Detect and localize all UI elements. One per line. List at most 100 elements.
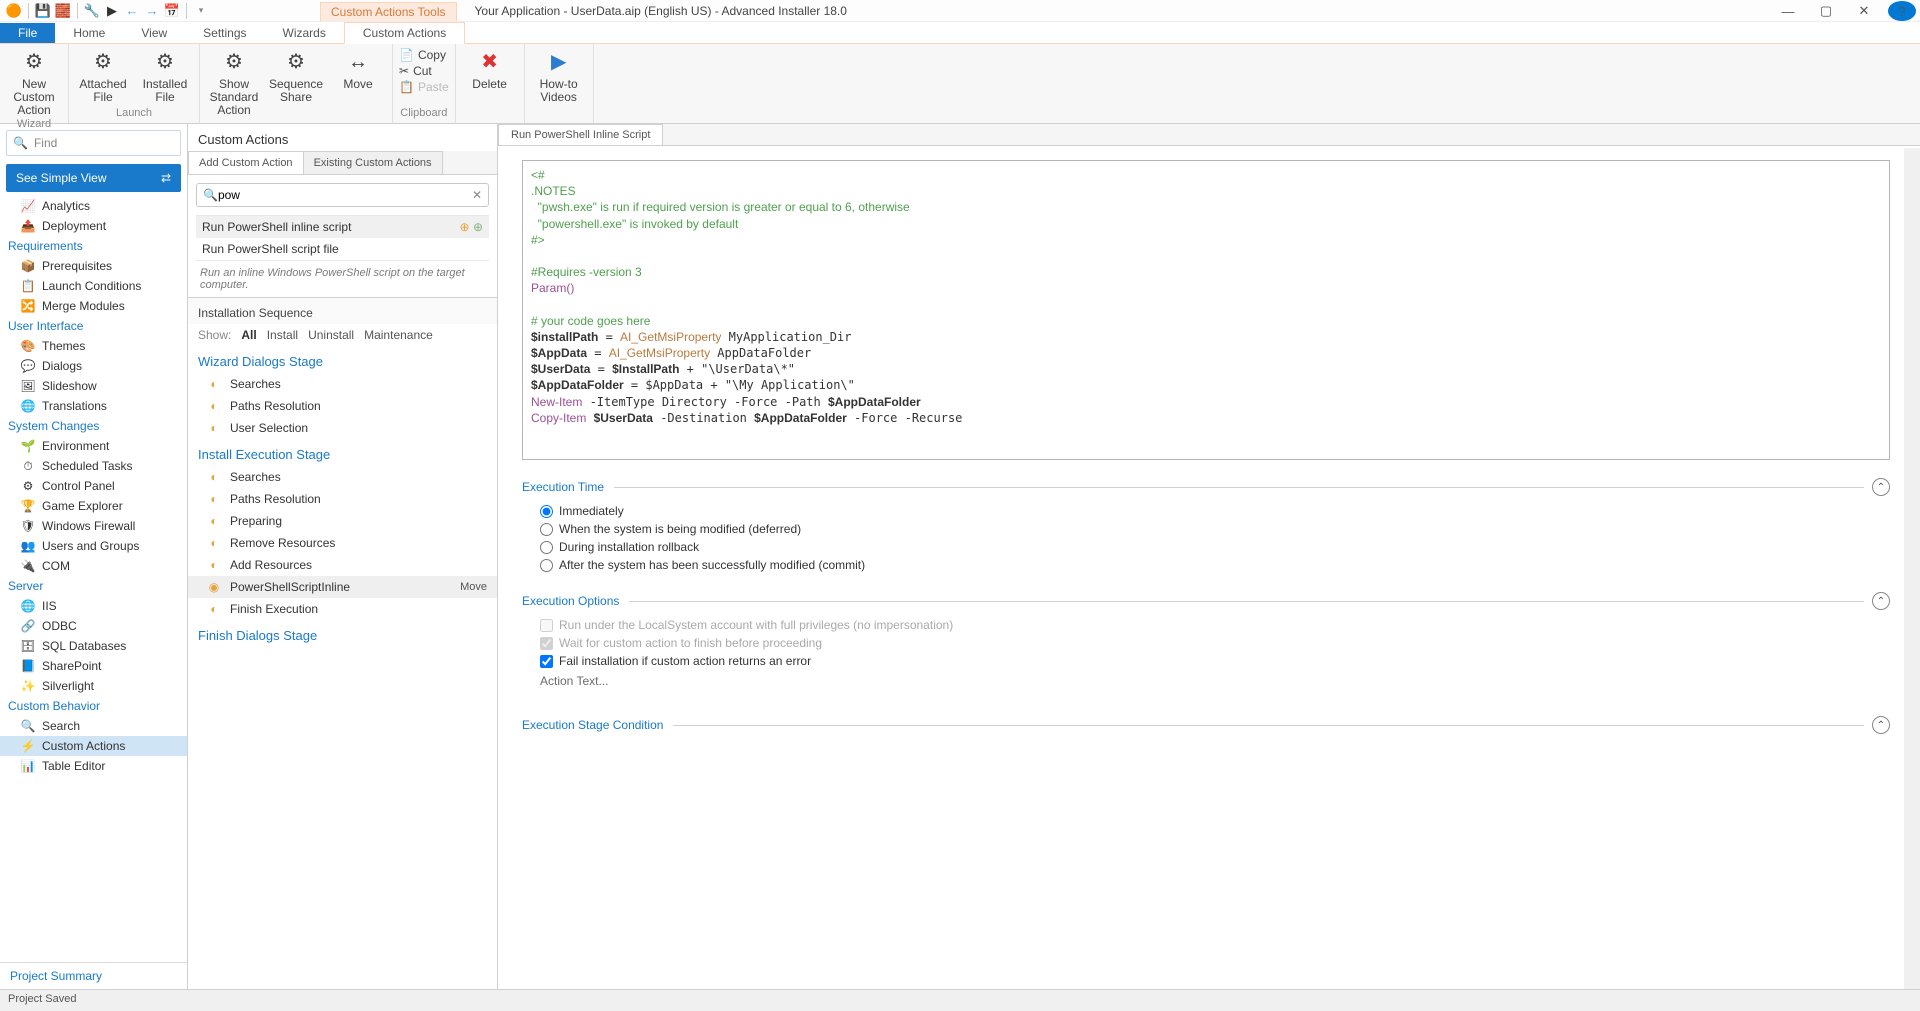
nav-item[interactable]: 🛡Windows Firewall bbox=[0, 516, 187, 536]
tab-existing-custom[interactable]: Existing Custom Actions bbox=[303, 151, 443, 174]
nav-item[interactable]: 📦Prerequisites bbox=[0, 256, 187, 276]
nav-item[interactable]: 📤Deployment bbox=[0, 216, 187, 236]
tab-settings[interactable]: Settings bbox=[185, 23, 264, 43]
back-icon[interactable]: ← bbox=[123, 2, 141, 20]
close-button[interactable]: ✕ bbox=[1850, 1, 1878, 21]
nav-item[interactable]: ⏱Scheduled Tasks bbox=[0, 456, 187, 476]
seq-item[interactable]: ◐Paths Resolution bbox=[188, 395, 497, 417]
seq-item[interactable]: ◐User Selection bbox=[188, 417, 497, 439]
action-search[interactable]: 🔍 ✕ bbox=[196, 183, 489, 207]
radio-immediately[interactable] bbox=[540, 505, 553, 518]
minimize-button[interactable]: — bbox=[1774, 1, 1802, 21]
right-tab[interactable]: Run PowerShell Inline Script bbox=[498, 124, 663, 145]
video-icon: ▶ bbox=[545, 48, 573, 76]
save-icon[interactable]: 💾 bbox=[34, 2, 52, 20]
gear-arrow-icon: ⚙ bbox=[220, 48, 248, 76]
radio-commit[interactable] bbox=[540, 559, 553, 572]
nav-item[interactable]: ⚙Control Panel bbox=[0, 476, 187, 496]
seq-item[interactable]: ◐Add Resources bbox=[188, 554, 497, 576]
tab-home[interactable]: Home bbox=[55, 23, 123, 43]
nav-item[interactable]: 🗄SQL Databases bbox=[0, 636, 187, 656]
delete-button[interactable]: ✖Delete bbox=[462, 48, 518, 91]
scrollbar[interactable] bbox=[1904, 148, 1920, 989]
step-icon: ◐ bbox=[206, 420, 222, 436]
build-icon[interactable]: 🧱 bbox=[54, 2, 72, 20]
nav-item[interactable]: ⚡Custom Actions bbox=[0, 736, 187, 756]
show-uninstall[interactable]: Uninstall bbox=[308, 328, 354, 342]
simple-view-button[interactable]: See Simple View⇄ bbox=[6, 164, 181, 192]
nav-item[interactable]: 🌱Environment bbox=[0, 436, 187, 456]
nav-icon: 📊 bbox=[20, 758, 36, 774]
show-all[interactable]: All bbox=[241, 328, 256, 342]
context-tab[interactable]: Custom Actions Tools bbox=[320, 2, 457, 21]
tab-view[interactable]: View bbox=[123, 23, 185, 43]
cut-button[interactable]: ✂Cut bbox=[399, 64, 432, 78]
forward-icon[interactable]: → bbox=[143, 2, 161, 20]
show-maintenance[interactable]: Maintenance bbox=[364, 328, 433, 342]
seq-item[interactable]: ◐Paths Resolution bbox=[188, 488, 497, 510]
find-box[interactable]: 🔍 Find bbox=[6, 130, 181, 156]
gear-plus-icon: ⚙ bbox=[20, 48, 48, 76]
nav-item[interactable]: 🎨Themes bbox=[0, 336, 187, 356]
section-stage-cond: Execution Stage Condition bbox=[522, 718, 663, 732]
nav-item[interactable]: 🌐IIS bbox=[0, 596, 187, 616]
installed-file-button[interactable]: ⚙Installed File bbox=[137, 48, 193, 104]
script-editor[interactable]: <# .NOTES "pwsh.exe" is run if required … bbox=[522, 160, 1890, 460]
add-noseq-icon[interactable]: ⊕ bbox=[473, 220, 483, 234]
radio-rollback[interactable] bbox=[540, 541, 553, 554]
tab-wizards[interactable]: Wizards bbox=[265, 23, 344, 43]
nav-item[interactable]: 📈Analytics bbox=[0, 196, 187, 216]
nav-item[interactable]: 🏆Game Explorer bbox=[0, 496, 187, 516]
tab-add-custom[interactable]: Add Custom Action bbox=[188, 151, 304, 174]
action-text-link[interactable]: Action Text... bbox=[522, 670, 1890, 688]
help-button[interactable]: ? bbox=[1888, 1, 1916, 21]
show-standard-button[interactable]: ⚙Show Standard Action bbox=[206, 48, 262, 118]
project-summary-link[interactable]: Project Summary bbox=[0, 962, 187, 989]
radio-deferred[interactable] bbox=[540, 523, 553, 536]
nav-item[interactable]: 💬Dialogs bbox=[0, 356, 187, 376]
show-install[interactable]: Install bbox=[267, 328, 298, 342]
action-search-input[interactable] bbox=[218, 188, 472, 202]
maximize-button[interactable]: ▢ bbox=[1812, 1, 1840, 21]
copy-button[interactable]: 📄Copy bbox=[399, 48, 446, 62]
chk-fail[interactable] bbox=[540, 655, 553, 668]
qat-customize-icon[interactable]: ▾ bbox=[192, 2, 210, 20]
collapse-icon[interactable]: ⌃ bbox=[1872, 716, 1890, 734]
nav-item[interactable]: 📘SharePoint bbox=[0, 656, 187, 676]
nav-item[interactable]: 🔍Search bbox=[0, 716, 187, 736]
attached-file-button[interactable]: ⚙Attached File bbox=[75, 48, 131, 104]
new-custom-action-button[interactable]: ⚙New Custom Action bbox=[6, 48, 62, 118]
calendar-icon[interactable]: 📅 bbox=[163, 2, 181, 20]
clear-icon[interactable]: ✕ bbox=[472, 188, 482, 202]
seq-item[interactable]: ◐Searches bbox=[188, 466, 497, 488]
move-link[interactable]: Move bbox=[460, 581, 487, 593]
nav-item[interactable]: 🌐Translations bbox=[0, 396, 187, 416]
move-button[interactable]: ↔Move bbox=[330, 48, 386, 118]
seq-item[interactable]: ◐Remove Resources bbox=[188, 532, 497, 554]
nav-item[interactable]: 🔗ODBC bbox=[0, 616, 187, 636]
nav-item[interactable]: 👥Users and Groups bbox=[0, 536, 187, 556]
result-row[interactable]: Run PowerShell inline script⊕ ⊕ bbox=[196, 216, 489, 238]
paste-button[interactable]: 📋Paste bbox=[399, 80, 449, 94]
nav-item[interactable]: 🔌COM bbox=[0, 556, 187, 576]
collapse-icon[interactable]: ⌃ bbox=[1872, 592, 1890, 610]
nav-item[interactable]: 📊Table Editor bbox=[0, 756, 187, 776]
seq-item[interactable]: ◐Finish Execution bbox=[188, 598, 497, 620]
tab-file[interactable]: File bbox=[0, 23, 55, 43]
howto-videos-button[interactable]: ▶How-to Videos bbox=[531, 48, 587, 104]
nav-item[interactable]: 📋Launch Conditions bbox=[0, 276, 187, 296]
result-row[interactable]: Run PowerShell script file bbox=[196, 238, 489, 260]
nav-item[interactable]: 🖼Slideshow bbox=[0, 376, 187, 396]
options-icon[interactable]: 🔧 bbox=[83, 2, 101, 20]
sequence-share-button[interactable]: ⚙Sequence Share bbox=[268, 48, 324, 118]
collapse-icon[interactable]: ⌃ bbox=[1872, 478, 1890, 496]
nav-item[interactable]: 🔀Merge Modules bbox=[0, 296, 187, 316]
seq-item[interactable]: ◉PowerShellScriptInlineMove bbox=[188, 576, 497, 598]
seq-item[interactable]: ◐Searches bbox=[188, 373, 497, 395]
add-seq-icon[interactable]: ⊕ bbox=[460, 220, 470, 234]
chk-wait bbox=[540, 637, 553, 650]
run-icon[interactable]: ▶ bbox=[103, 2, 121, 20]
tab-custom-actions[interactable]: Custom Actions bbox=[344, 22, 465, 44]
seq-item[interactable]: ◐Preparing bbox=[188, 510, 497, 532]
nav-item[interactable]: ✨Silverlight bbox=[0, 676, 187, 696]
